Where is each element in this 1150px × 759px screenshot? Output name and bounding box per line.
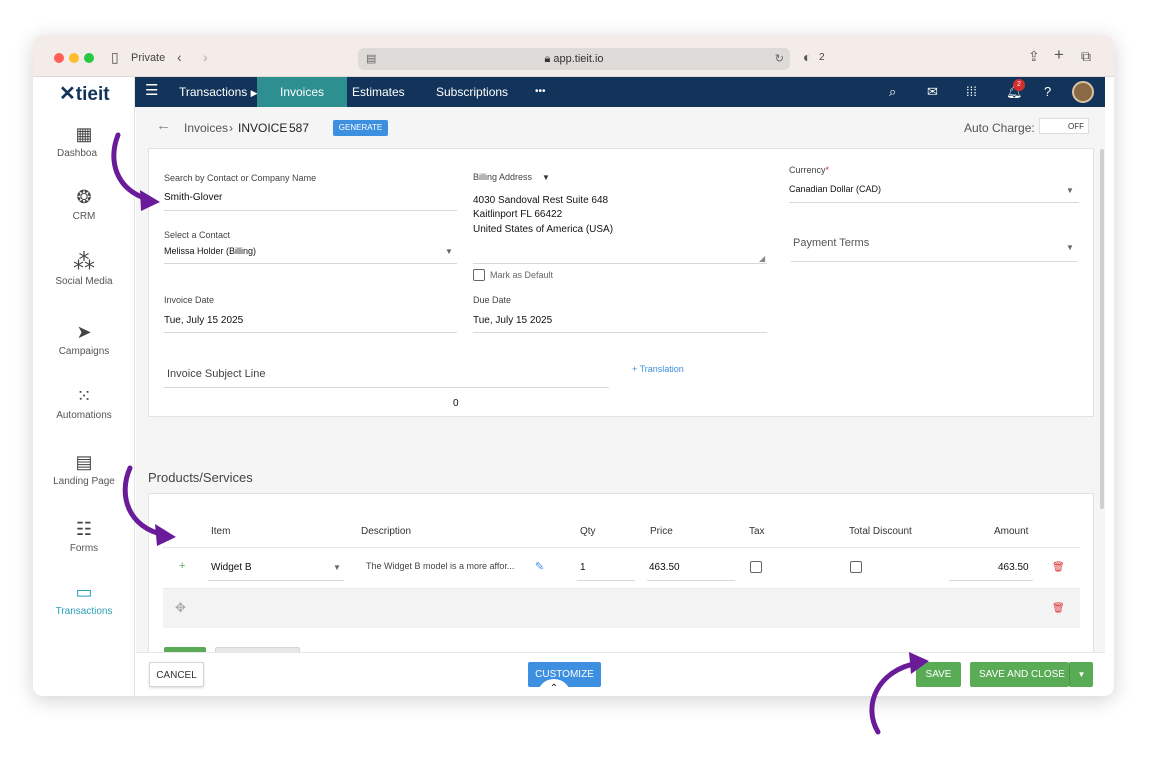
annotation-arrowhead-item bbox=[155, 524, 176, 546]
annotation-arrow-item bbox=[122, 465, 168, 538]
annotation-arrow-contact bbox=[111, 132, 153, 203]
annotation-arrowhead-save bbox=[909, 652, 929, 674]
annotation-arrows bbox=[111, 132, 929, 735]
annotation-arrowhead-contact bbox=[140, 190, 160, 211]
